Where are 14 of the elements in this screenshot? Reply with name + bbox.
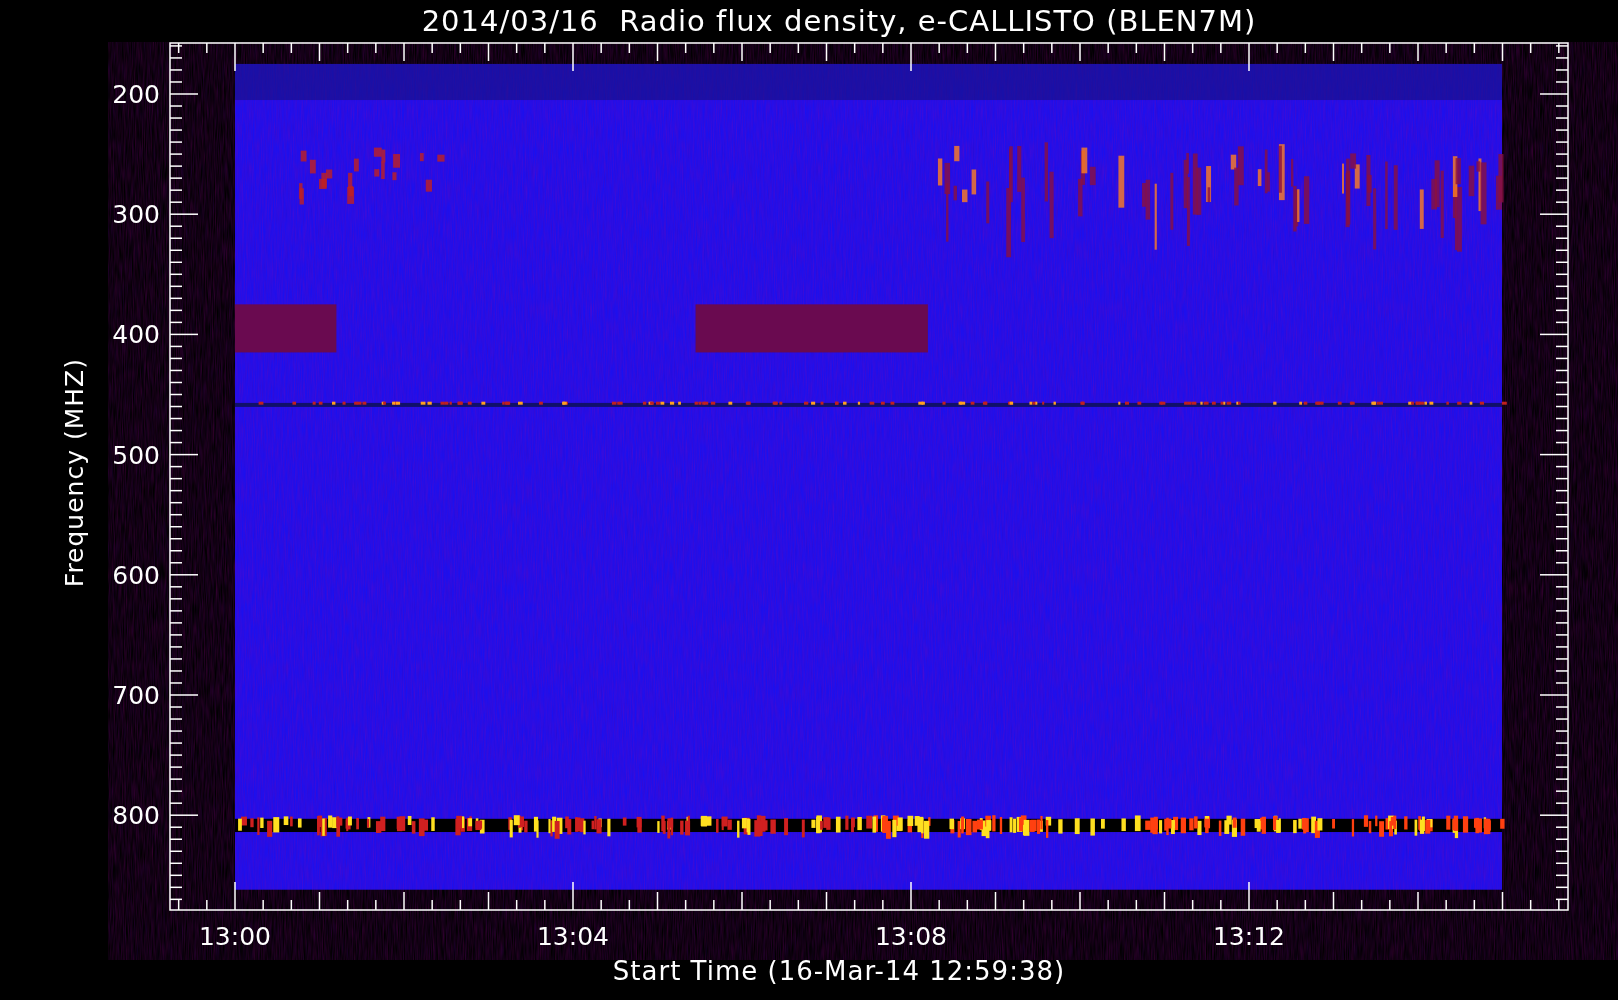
- y-tick-label: 300: [112, 200, 160, 230]
- y-tick-label: 600: [112, 560, 160, 590]
- x-axis-label: Start Time (16-Mar-14 12:59:38): [612, 956, 1066, 986]
- y-tick-label: 200: [112, 80, 160, 109]
- x-tick-label: 13:00: [199, 922, 271, 951]
- x-tick-label: 13:04: [537, 922, 609, 951]
- y-tick-label: 500: [112, 440, 160, 470]
- chart-title: 2014/03/16 Radio flux density, e-CALLISTO (BLEN7M): [421, 4, 1257, 38]
- y-tick-label: 400: [112, 320, 160, 350]
- x-tick-label: 13:12: [1213, 922, 1285, 951]
- x-tick-label: 13:08: [875, 922, 947, 951]
- y-axis-label: Frequency (MHZ): [60, 358, 89, 588]
- y-tick-label: 700: [112, 681, 160, 710]
- y-tick-label: 800: [112, 801, 160, 831]
